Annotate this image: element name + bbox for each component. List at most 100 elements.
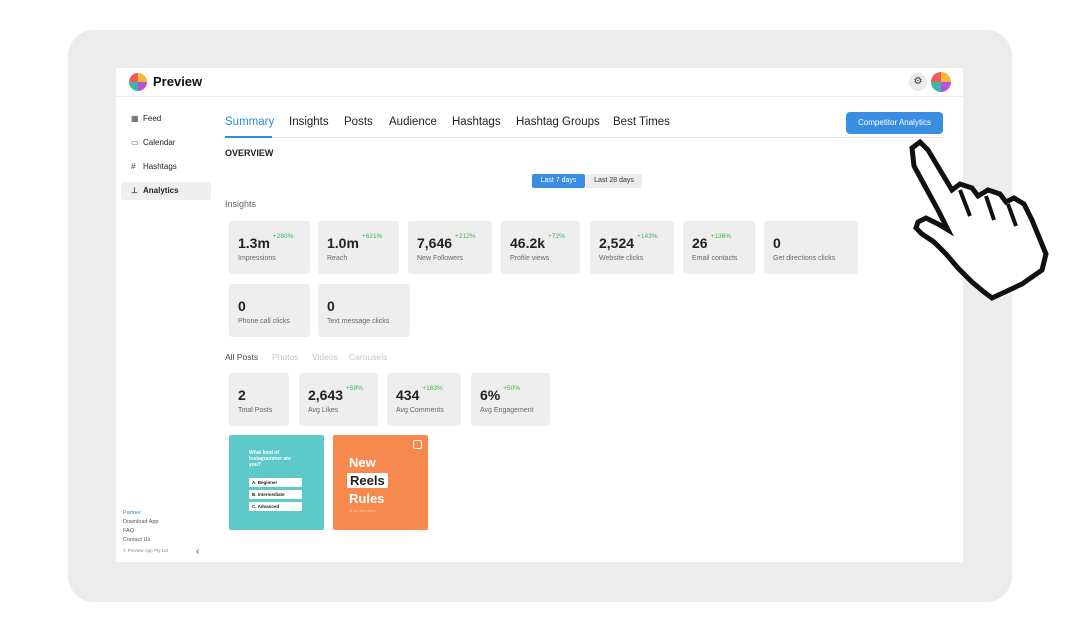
tab-videos[interactable]: Videos [312,352,338,362]
stat-label: New Followers [417,255,463,262]
stat-change: +59% [346,385,363,392]
stat-label: Avg Comments [396,407,444,414]
tab-photos[interactable]: Photos [272,352,298,362]
contact-us-link[interactable]: Contact Us [123,537,150,543]
stat-value: 1.3m [238,235,270,251]
stat-value: 26 [692,235,708,251]
stat-value: 2 [238,387,246,403]
stat-card-avg-likes: 2,643 +59% Avg Likes [299,373,378,426]
sidebar-item-feed[interactable]: ▦ Feed [121,110,211,128]
range-last-7-days-button[interactable]: Last 7 days [532,174,585,188]
sidebar: ▦ Feed ▭ Calendar # Hashtags ⊥ Analytics Par… [116,97,216,562]
stat-label: Text message clicks [327,318,390,325]
stat-value: 46.2k [510,235,546,251]
reels-line-2: Reels [347,473,388,488]
tab-hashtag-groups[interactable]: Hashtag Groups [516,116,600,128]
stat-card-get-directions-clicks: 0 Get directions clicks [764,221,858,274]
collapse-sidebar-chevron-icon[interactable]: ‹ [196,546,199,557]
hashtag-icon: # [131,162,136,171]
stat-card-text-message-clicks: 0 Text message clicks [318,284,410,337]
stat-change: +212% [455,233,476,240]
stat-value: 0 [327,298,335,314]
stat-label: Impressions [238,255,276,262]
tab-audience[interactable]: Audience [389,116,437,128]
faq-link[interactable]: FAQ [123,528,134,534]
stat-change: +163% [422,385,443,392]
grid-icon: ▦ [131,114,139,123]
insights-heading: Insights [225,199,257,209]
sidebar-item-calendar[interactable]: ▭ Calendar [121,134,211,152]
sidebar-item-analytics[interactable]: ⊥ Analytics [121,182,211,200]
post-thumbnail-quiz[interactable]: What kind of Instagrammer are you? A. Be… [229,435,324,530]
stat-change: +280% [272,233,294,240]
carousel-icon [413,440,422,449]
post-thumbnail-reels[interactable]: New Reels Rules In our new video! [333,435,428,530]
top-bar: Preview ⚙ [116,68,963,97]
sidebar-item-label: Hashtags [143,162,177,171]
active-tab-indicator [225,136,272,138]
stat-card-profile-views: 46.2k +72% Profile views [501,221,580,274]
stat-value: 434 [396,387,420,403]
tab-insights[interactable]: Insights [289,116,329,128]
overview-heading: OVERVIEW [225,148,274,158]
competitor-analytics-button[interactable]: Competitor Analytics [846,112,943,134]
tab-summary[interactable]: Summary [225,116,274,128]
calendar-icon: ▭ [131,138,139,147]
stat-label: Profile views [510,255,550,262]
stat-card-phone-call-clicks: 0 Phone call clicks [229,284,310,337]
stat-value: 2,524 [599,235,635,251]
stat-value: 0 [238,298,246,314]
pointing-hand-cursor-icon [909,138,1049,301]
reels-caption: In our new video! [349,509,376,513]
stat-card-total-posts: 2 Total Posts [229,373,289,426]
copyright: © Preview App Pty Ltd [123,548,168,553]
stat-value: 6% [480,387,501,403]
range-last-28-days-button[interactable]: Last 28 days [586,174,642,188]
stat-label: Get directions clicks [773,255,836,262]
sidebar-item-label: Analytics [143,186,179,195]
stat-card-reach: 1.0m +621% Reach [318,221,399,274]
stat-value: 0 [773,235,781,251]
sidebar-item-label: Feed [143,114,162,123]
stat-label: Phone call clicks [238,318,290,325]
stat-change: +143% [637,233,658,240]
quiz-option: B. Intermediate [249,490,302,499]
stat-value: 7,646 [417,235,453,251]
partner-link[interactable]: Partner [123,510,141,516]
quiz-question: What kind of Instagrammer are you? [249,450,291,468]
stat-card-new-followers: 7,646 +212% New Followers [408,221,492,274]
stat-label: Website clicks [599,255,644,262]
user-avatar[interactable] [931,72,951,92]
tab-divider [225,137,945,138]
reels-line-1: New [349,455,376,470]
stat-card-avg-engagement: 6% +50% Avg Engagement [471,373,550,426]
app-name: Preview [153,74,203,89]
stat-card-website-clicks: 2,524 +143% Website clicks [590,221,674,274]
stat-label: Avg Likes [308,407,339,414]
stat-change: +72% [548,233,565,240]
tab-all-posts[interactable]: All Posts [225,352,258,362]
download-app-link[interactable]: Download App [123,519,158,525]
stat-value: 1.0m [327,235,359,251]
stat-value: 2,643 [308,387,344,403]
reels-line-3: Rules [349,491,385,506]
tab-carousels[interactable]: Carousels [349,352,387,362]
app-window: Preview ⚙ ▦ Feed ▭ Calendar # Hashtags ⊥ Ana… [116,68,963,562]
tab-best-times[interactable]: Best Times [613,116,670,128]
stat-card-impressions: 1.3m +280% Impressions [229,221,310,274]
stat-change: +621% [361,233,383,240]
stat-label: Total Posts [238,407,273,414]
stat-card-avg-comments: 434 +163% Avg Comments [387,373,461,426]
chart-icon: ⊥ [131,186,138,195]
stat-card-email-contacts: 26 +136% Email contacts [683,221,755,274]
stat-change: +136% [710,233,731,240]
settings-gear-icon[interactable]: ⚙ [909,73,927,91]
stat-label: Avg Engagement [480,407,534,414]
sidebar-item-hashtags[interactable]: # Hashtags [121,158,211,176]
stat-label: Reach [327,255,348,262]
tab-posts[interactable]: Posts [344,116,373,128]
quiz-option: C. Advanced [249,502,302,511]
stat-label: Email contacts [692,255,738,262]
tab-hashtags[interactable]: Hashtags [452,116,501,128]
preview-logo-icon[interactable] [129,73,147,91]
